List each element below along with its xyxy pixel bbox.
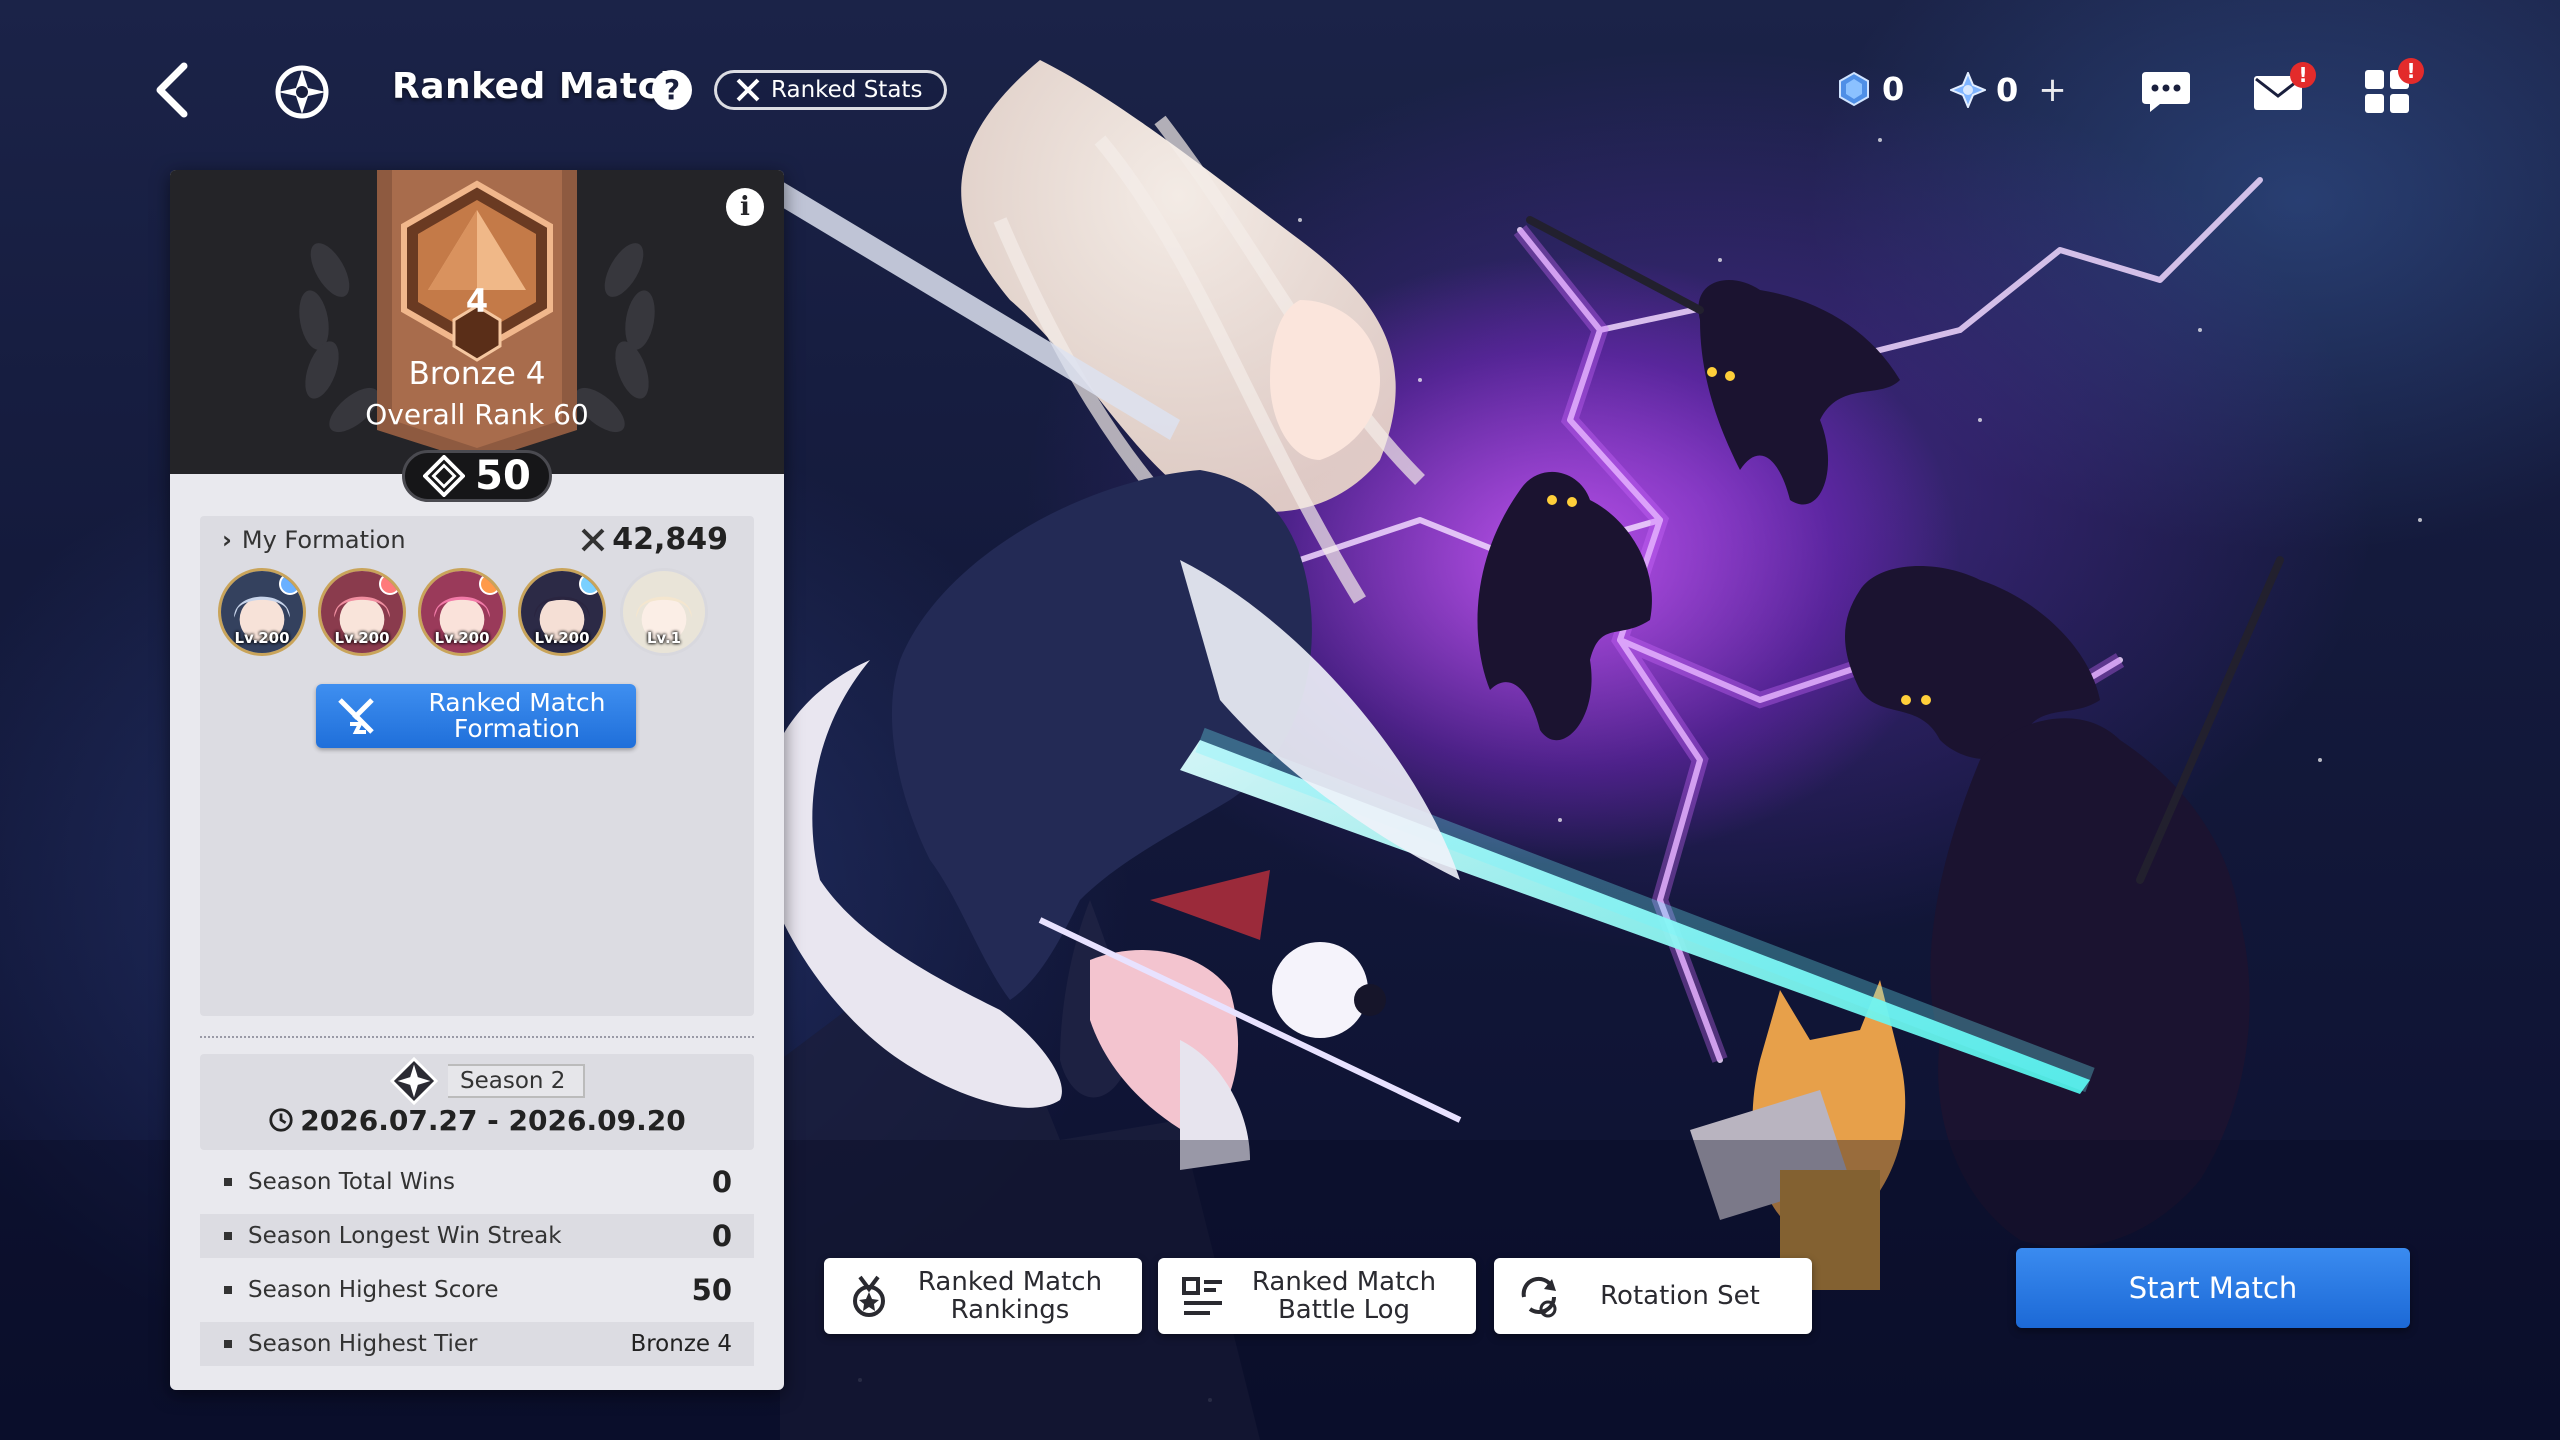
formation-section: › My Formation 42,849 Lv.200 Lv.200 Lv.20… <box>200 516 754 1016</box>
ranked-info-panel: 4 Bronze 4 Overall Rank 60 i 50 › My Form… <box>170 170 784 1390</box>
element-icon <box>279 573 301 595</box>
help-icon: ? <box>663 73 681 106</box>
bullet-icon <box>224 1340 232 1348</box>
bullet-icon <box>224 1232 232 1240</box>
page-title: Ranked Match <box>392 66 686 107</box>
witch-companion <box>1038 870 1462 1170</box>
chat-button[interactable] <box>2140 68 2192 116</box>
clock-icon <box>269 1108 293 1132</box>
season-dates: 2026.07.27 - 2026.09.20 <box>200 1104 754 1137</box>
rank-score: 50 <box>475 453 531 499</box>
mode-emblem <box>270 62 334 122</box>
diamond-score-icon <box>423 455 466 497</box>
rankings-icon <box>853 1275 885 1317</box>
stat-name: Season Highest Score <box>248 1277 499 1303</box>
stat-value: 0 <box>711 1219 732 1253</box>
season-emblem-icon <box>390 1057 438 1105</box>
formation-button-line1: Ranked Match <box>428 688 606 717</box>
stat-name: Season Highest Tier <box>248 1331 478 1357</box>
formation-member[interactable]: Lv.1 <box>620 568 708 656</box>
crossed-swords-icon <box>581 528 605 551</box>
ranked-stats-label: Ranked Stats <box>771 77 923 103</box>
overall-rank: Overall Rank 60 <box>365 398 589 431</box>
stat-value: 0 <box>711 1165 732 1199</box>
formation-label[interactable]: › My Formation <box>222 526 406 554</box>
formation-power: 42,849 <box>580 522 728 557</box>
info-icon: i <box>740 192 750 222</box>
formation-power-value: 42,849 <box>612 522 728 557</box>
tier-number: 4 <box>465 282 489 320</box>
battle-log-label-line1: Ranked Match <box>1251 1267 1437 1297</box>
element-icon <box>579 573 601 595</box>
info-button[interactable]: i <box>726 188 764 226</box>
member-level: Lv.200 <box>334 629 390 647</box>
formation-member[interactable]: Lv.200 <box>218 568 306 656</box>
stat-name: Season Total Wins <box>248 1169 455 1195</box>
season-section: Season 2 2026.07.27 - 2026.09.20 <box>200 1054 754 1150</box>
season-stat-row: Season Longest Win Streak 0 <box>200 1214 754 1258</box>
add-crystal-button[interactable]: + <box>2038 70 2067 110</box>
season-name: Season 2 <box>448 1064 586 1098</box>
crystal-count: 0 <box>1996 71 2019 109</box>
member-level: Lv.200 <box>434 629 490 647</box>
season-stat-row: Season Highest Tier Bronze 4 <box>200 1322 754 1366</box>
ranked-stats-button[interactable]: Ranked Stats <box>714 70 948 110</box>
element-icon <box>479 573 501 595</box>
battle-log-label-line2: Battle Log <box>1277 1295 1411 1325</box>
rankings-label-line2: Rankings <box>950 1295 1070 1325</box>
tier-name: Bronze 4 <box>408 356 546 392</box>
stat-name: Season Longest Win Streak <box>248 1223 562 1249</box>
rotation-icon <box>1521 1276 1557 1318</box>
mail-alert-badge: ! <box>2290 62 2316 88</box>
season-stat-row: Season Total Wins 0 <box>200 1160 754 1204</box>
crossed-swords-icon <box>736 78 760 102</box>
rotation-set-label: Rotation Set <box>1600 1281 1760 1311</box>
section-divider <box>200 1036 754 1038</box>
formation-member[interactable]: Lv.200 <box>318 568 406 656</box>
member-level: Lv.1 <box>646 629 682 647</box>
crystal-currency[interactable]: 0 + <box>1950 70 2067 110</box>
mail-button[interactable]: ! <box>2252 62 2316 116</box>
formation-button-line2: Formation <box>453 714 581 743</box>
battle-log-button[interactable]: Ranked Match Battle Log <box>1158 1258 1476 1334</box>
rank-score-badge: 50 <box>402 450 552 502</box>
menu-button[interactable]: ! <box>2362 58 2424 116</box>
help-button[interactable]: ? <box>652 70 692 110</box>
gem-count: 0 <box>1882 70 1905 108</box>
mode-emblem-icon <box>275 65 329 119</box>
ranked-formation-button[interactable]: Ranked Match Formation <box>316 684 636 748</box>
formation-member[interactable]: Lv.200 <box>518 568 606 656</box>
bullet-icon <box>224 1178 232 1186</box>
chevron-right-icon: › <box>222 526 232 554</box>
formation-swords-icon <box>338 698 374 734</box>
menu-alert-badge: ! <box>2398 58 2424 84</box>
back-button[interactable] <box>150 60 194 120</box>
season-tag: Season 2 <box>390 1057 586 1105</box>
crystal-icon <box>1950 72 1986 108</box>
formation-member[interactable]: Lv.200 <box>418 568 506 656</box>
season-stat-row: Season Highest Score 50 <box>200 1268 754 1312</box>
stat-value: 50 <box>691 1273 732 1307</box>
stat-value: Bronze 4 <box>630 1331 732 1357</box>
rotation-set-button[interactable]: Rotation Set <box>1494 1258 1812 1334</box>
member-level: Lv.200 <box>234 629 290 647</box>
season-date-range: 2026.07.27 - 2026.09.20 <box>300 1104 686 1137</box>
chat-icon <box>2142 72 2190 112</box>
back-arrow-icon <box>156 62 188 118</box>
rankings-label-line1: Ranked Match <box>917 1267 1103 1297</box>
rank-card-header: 4 Bronze 4 Overall Rank 60 i <box>170 170 784 474</box>
member-level: Lv.200 <box>534 629 590 647</box>
gem-currency[interactable]: 0 <box>1836 70 1904 108</box>
bullet-icon <box>224 1286 232 1294</box>
element-icon <box>379 573 401 595</box>
rankings-button[interactable]: Ranked Match Rankings <box>824 1258 1142 1334</box>
battle-log-icon <box>1182 1277 1222 1315</box>
gem-icon <box>1839 71 1869 107</box>
start-match-button[interactable]: Start Match <box>2016 1248 2410 1328</box>
formation-label-text: My Formation <box>241 526 406 554</box>
